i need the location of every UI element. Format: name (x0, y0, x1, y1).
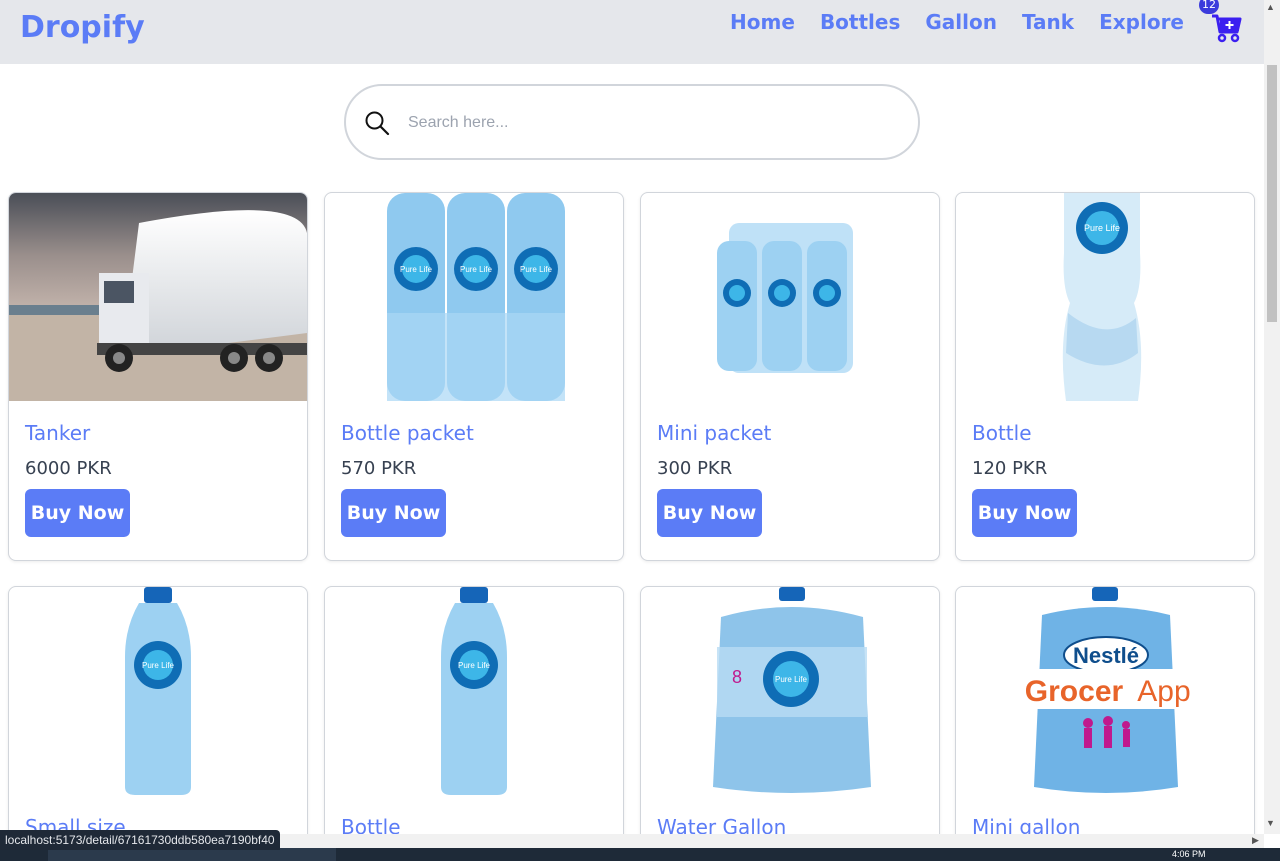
grocer-logo-text: Grocer (1025, 675, 1124, 708)
buy-now-button[interactable]: Buy Now (25, 489, 130, 537)
bottle-label-text: Pure Life (400, 265, 433, 274)
product-card[interactable]: Pure Life Bottle 120 PKR Buy Now (955, 192, 1255, 561)
nav-link-explore[interactable]: Explore (1099, 10, 1184, 34)
product-card[interactable]: Mini packet 300 PKR Buy Now (640, 192, 940, 561)
nav-link-tank[interactable]: Tank (1022, 10, 1074, 34)
scroll-right-arrow-icon[interactable]: ▶ (1252, 835, 1259, 846)
navbar: Dropify Home Bottles Gallon Tank Explore… (0, 0, 1264, 64)
cart-icon[interactable] (1210, 10, 1244, 44)
scrollbar-thumb[interactable] (1267, 65, 1277, 322)
product-price: 300 PKR (657, 458, 733, 479)
product-title[interactable]: Tanker (25, 421, 90, 445)
product-title[interactable]: Bottle packet (341, 421, 474, 445)
product-image-bottle-packet[interactable]: Pure Life Pure Life Pure Life (325, 193, 623, 401)
product-image-bottle-2[interactable]: Pure Life (325, 587, 623, 795)
bottle-label-text: Pure Life (1084, 223, 1120, 233)
svg-text:8: 8 (732, 667, 742, 687)
product-card[interactable]: Nestlé Grocer App Mini gallon (955, 586, 1255, 846)
vertical-scrollbar[interactable] (1264, 0, 1280, 834)
product-card[interactable]: Pure Life Pure Life Pure Life Bottle pac… (324, 192, 624, 561)
bottle-label-text: Pure Life (460, 265, 493, 274)
taskbar-clock: 4:06 PM (1172, 849, 1206, 859)
scroll-down-arrow-icon[interactable]: ▼ (1266, 818, 1275, 828)
product-card[interactable]: Pure Life Small size (8, 586, 308, 846)
product-card[interactable]: Pure Life 8 Water Gallon (640, 586, 940, 846)
product-image-water-gallon[interactable]: Pure Life 8 (641, 587, 939, 795)
bottle-label-text: Pure Life (142, 661, 175, 670)
nav-links: Home Bottles Gallon Tank Explore (730, 10, 1184, 34)
product-image-small-size[interactable]: Pure Life (9, 587, 307, 795)
search-input[interactable] (408, 108, 888, 138)
brand-logo[interactable]: Dropify (20, 10, 145, 45)
product-image-bottle[interactable]: Pure Life (956, 193, 1254, 401)
buy-now-button[interactable]: Buy Now (657, 489, 762, 537)
product-price: 6000 PKR (25, 458, 112, 479)
nav-link-bottles[interactable]: Bottles (820, 10, 900, 34)
bottle-label-text: Pure Life (458, 661, 491, 670)
product-card[interactable]: Tanker 6000 PKR Buy Now (8, 192, 308, 561)
buy-now-button[interactable]: Buy Now (341, 489, 446, 537)
gallon-label-text: Pure Life (775, 675, 808, 684)
search-icon (365, 111, 390, 136)
product-price: 120 PKR (972, 458, 1048, 479)
product-image-tanker[interactable] (9, 193, 307, 401)
nav-link-home[interactable]: Home (730, 10, 795, 34)
bottle-label-text: Pure Life (520, 265, 553, 274)
product-price: 570 PKR (341, 458, 417, 479)
scroll-up-arrow-icon[interactable]: ▲ (1266, 2, 1275, 12)
product-image-mini-packet[interactable] (641, 193, 939, 401)
nestle-logo-text: Nestlé (1073, 643, 1139, 668)
search-bar (344, 84, 920, 160)
product-title[interactable]: Bottle (972, 421, 1032, 445)
nav-link-gallon[interactable]: Gallon (925, 10, 997, 34)
product-title[interactable]: Mini packet (657, 421, 771, 445)
app-logo-text: App (1137, 675, 1190, 708)
product-image-mini-gallon[interactable]: Nestlé Grocer App (956, 587, 1254, 795)
buy-now-button[interactable]: Buy Now (972, 489, 1077, 537)
product-card[interactable]: Pure Life Bottle (324, 586, 624, 846)
status-bar-url: localhost:5173/detail/67161730ddb580ea71… (0, 830, 280, 850)
